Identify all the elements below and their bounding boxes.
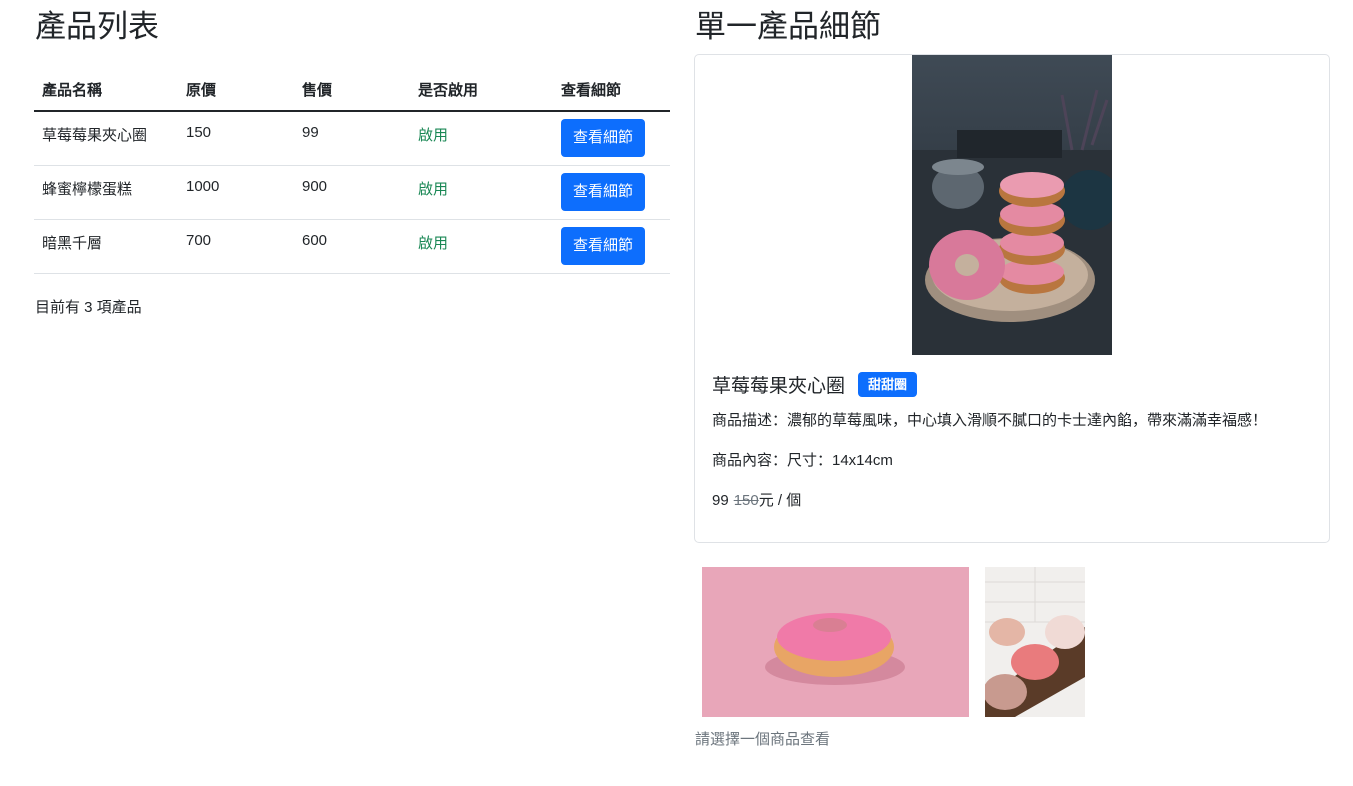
- select-product-hint: 請選擇一個商品查看: [695, 731, 831, 748]
- card-title-row: 草莓莓果夾心圈 甜甜圈: [712, 371, 918, 398]
- product-name: 草莓莓果夾心圈: [712, 376, 846, 397]
- product-thumbnail[interactable]: [702, 567, 969, 717]
- table-row: 蜂蜜檸檬蛋糕 1000 900 啟用 查看細節: [34, 165, 670, 220]
- product-description: 商品描述：濃郁的草莓風味，中心填入滑順不膩口的卡士達內餡，帶來滿滿幸福感！: [712, 412, 1268, 429]
- cell-action: 查看細節: [553, 111, 670, 166]
- cell-price: 600: [294, 219, 410, 274]
- cell-origin-price: 700: [178, 219, 294, 274]
- thumbnail-row: [702, 567, 1085, 717]
- view-detail-button[interactable]: 查看細節: [561, 173, 646, 211]
- product-content: 商品內容：尺寸：14x14cm: [712, 452, 893, 469]
- cell-product-name: 草莓莓果夾心圈: [34, 111, 178, 166]
- product-table: 產品名稱 原價 售價 是否啟用 查看細節 草莓莓果夾心圈 150 99 啟用 查…: [34, 68, 670, 274]
- header-origin-price: 原價: [178, 68, 294, 112]
- cell-origin-price: 1000: [178, 165, 294, 220]
- cell-price: 99: [294, 111, 410, 166]
- page: 產品列表 產品名稱 原價 售價 是否啟用 查看細節 草莓莓果夾心圈 150 99…: [0, 0, 1353, 786]
- header-product-name: 產品名稱: [34, 68, 178, 112]
- table-row: 草莓莓果夾心圈 150 99 啟用 查看細節: [34, 111, 670, 166]
- view-detail-button[interactable]: 查看細節: [561, 227, 646, 265]
- header-view-detail: 查看細節: [553, 68, 670, 112]
- cell-action: 查看細節: [553, 219, 670, 274]
- header-enabled: 是否啟用: [410, 68, 553, 112]
- cell-origin-price: 150: [178, 111, 294, 166]
- cell-price: 900: [294, 165, 410, 220]
- origin-price: 150: [733, 492, 759, 509]
- cell-status: 啟用: [410, 165, 553, 220]
- header-price: 售價: [294, 68, 410, 112]
- product-list-title: 產品列表: [35, 9, 159, 44]
- cell-product-name: 蜂蜜檸檬蛋糕: [34, 165, 178, 220]
- cell-status: 啟用: [410, 111, 553, 166]
- price-unit: 元 / 個: [758, 492, 802, 509]
- table-header-row: 產品名稱 原價 售價 是否啟用 查看細節: [34, 68, 670, 112]
- cell-status: 啟用: [410, 219, 553, 274]
- product-main-image: [912, 55, 1112, 355]
- product-price-line: 99 150元 / 個: [712, 489, 801, 510]
- category-badge: 甜甜圈: [858, 372, 918, 397]
- table-row: 暗黑千層 700 600 啟用 查看細節: [34, 219, 670, 274]
- cell-action: 查看細節: [553, 165, 670, 220]
- product-card: 草莓莓果夾心圈 甜甜圈 商品描述：濃郁的草莓風味，中心填入滑順不膩口的卡士達內餡…: [694, 54, 1330, 543]
- product-detail-title: 單一產品細節: [695, 9, 881, 44]
- product-count-text: 目前有 3 項產品: [35, 299, 142, 316]
- view-detail-button[interactable]: 查看細節: [561, 119, 646, 158]
- donut-single-icon: [929, 230, 1005, 300]
- product-thumbnail[interactable]: [985, 567, 1085, 717]
- cell-product-name: 暗黑千層: [34, 219, 178, 274]
- sale-price: 99: [712, 492, 729, 509]
